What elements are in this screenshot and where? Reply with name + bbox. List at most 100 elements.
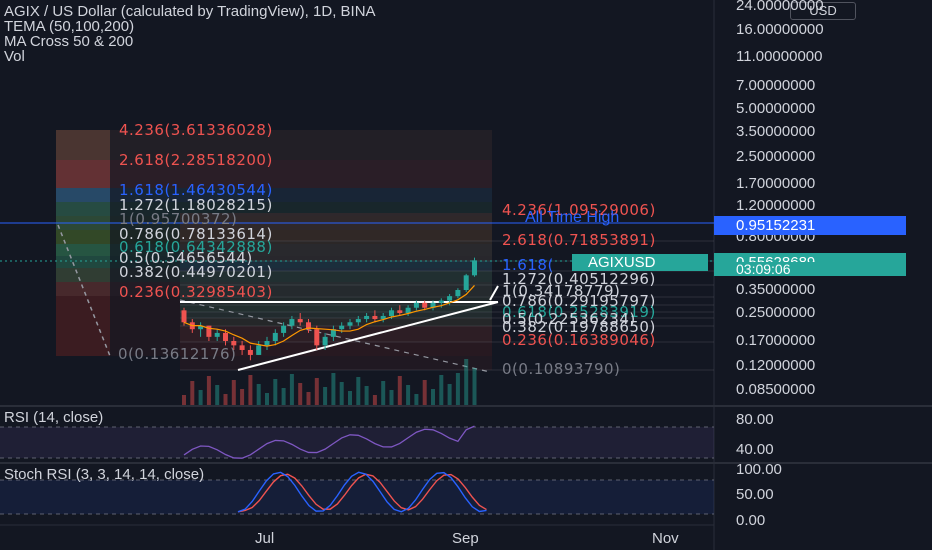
countdown-tag: 03:09:06 (714, 262, 906, 276)
price-axis-label: 0.08500000 (736, 381, 816, 398)
volume-bar (381, 381, 386, 405)
price-axis-label: 7.00000000 (736, 77, 816, 94)
candle-body (339, 325, 345, 330)
time-label-jul: Jul (255, 530, 275, 547)
volume-bar (389, 390, 394, 405)
volume-bar (198, 390, 203, 405)
price-axis-label: 11.00000000 (736, 48, 823, 65)
candle-body (314, 329, 320, 346)
fib-left-level: 0(0.13612176) (118, 345, 237, 363)
fib-left-level: 0.382(0.44970201) (119, 263, 273, 281)
fib-left-zone (56, 244, 110, 256)
price-axis-label: 0.35000000 (736, 281, 816, 298)
fib-left-zone (56, 202, 110, 216)
symbol-tag: AGIXUSD (572, 254, 708, 271)
rsi-level-40: 40.00 (736, 441, 774, 458)
fib-left-zone (56, 268, 110, 282)
volume-bar (472, 368, 477, 405)
candle-body (364, 315, 370, 320)
candle-body (389, 310, 394, 316)
rsi-level-80: 80.00 (736, 411, 774, 428)
volume-bar (439, 375, 444, 405)
volume-bar (414, 394, 419, 405)
volume-bar (265, 393, 269, 405)
volume-bar (372, 395, 377, 405)
price-axis-label: 3.50000000 (736, 123, 816, 140)
candle-body (355, 319, 361, 323)
volume-bar (364, 386, 369, 405)
candle-body (289, 319, 295, 326)
candle-body (297, 319, 303, 323)
volume-bar (406, 385, 411, 405)
fib-left-zone (56, 188, 110, 202)
volume-bar (323, 387, 328, 405)
volume-bar (298, 383, 303, 405)
volume-bar (331, 373, 336, 405)
stoch-band (0, 480, 714, 514)
rsi-title[interactable]: RSI (14, close) (4, 409, 103, 426)
candle-body (223, 332, 228, 341)
fib-left-zone (56, 130, 110, 160)
candle-body (247, 349, 253, 355)
candle-body (322, 336, 328, 346)
stoch-title[interactable]: Stoch RSI (3, 3, 14, 14, close) (4, 466, 204, 483)
fib-right-level: 0(0.10893790) (502, 360, 621, 378)
volume-bar (256, 384, 261, 405)
price-axis-label: 0.17000000 (736, 332, 816, 349)
time-label-nov: Nov (652, 530, 679, 547)
candle-body (372, 315, 378, 320)
fib-left-zone (56, 160, 110, 188)
fib-left-level: 4.236(3.61336028) (119, 121, 273, 139)
volume-bar (455, 373, 460, 405)
candle-body (181, 310, 187, 323)
candle-body (472, 260, 477, 276)
price-axis-label: 0.25000000 (736, 304, 816, 321)
rsi-band (0, 427, 714, 458)
volume-bar (356, 377, 361, 405)
candle-body (413, 302, 419, 308)
fib-left-level: 2.618(2.28518200) (119, 151, 273, 169)
volume-bar (215, 385, 220, 405)
candle-body (264, 341, 270, 346)
candle-body (239, 345, 245, 350)
stoch-level-100: 100.00 (736, 461, 782, 478)
volume-bar (281, 388, 286, 405)
volume-bar (182, 395, 186, 405)
price-axis-label: 16.00000000 (736, 21, 824, 38)
fib-left-level: 0.236(0.32985403) (119, 283, 273, 301)
candle-body (214, 332, 220, 337)
volume-bar (314, 378, 319, 405)
candle-body (256, 345, 262, 355)
price-axis-label: 0.12000000 (736, 357, 816, 374)
volume-bar (206, 376, 211, 405)
volume-bar (339, 382, 344, 405)
candle-body (397, 310, 403, 313)
fib-right-level: 2.618(0.71853891) (502, 231, 656, 249)
ath-label: All Time High (525, 209, 620, 226)
ath-price-tag: 0.95152231 (714, 216, 906, 235)
stoch-level-50: 50.00 (736, 486, 774, 503)
candle-body (422, 302, 428, 308)
fib-right-zone (180, 305, 492, 312)
price-axis-label: 2.50000000 (736, 148, 816, 165)
price-axis-label: 5.00000000 (736, 100, 816, 117)
indicator-vol[interactable]: Vol (4, 48, 25, 65)
fib-right-zone (180, 318, 492, 326)
candle-body (405, 307, 411, 313)
candle-body (281, 325, 287, 333)
fib-left-zone (56, 296, 110, 356)
candle-body (455, 290, 461, 297)
volume-bar (273, 379, 278, 405)
volume-bar (447, 384, 452, 405)
candle-body (272, 332, 278, 341)
volume-bar (422, 380, 427, 405)
volume-bar (306, 392, 311, 405)
candle-body (447, 296, 453, 301)
volume-bar (190, 381, 195, 405)
volume-bar (348, 391, 352, 405)
fib-left-zone (56, 282, 110, 296)
price-axis-label: 1.20000000 (736, 197, 816, 214)
candle-body (463, 275, 469, 290)
fib-right-level: 0.236(0.16389046) (502, 331, 656, 349)
candle-body (438, 300, 444, 303)
